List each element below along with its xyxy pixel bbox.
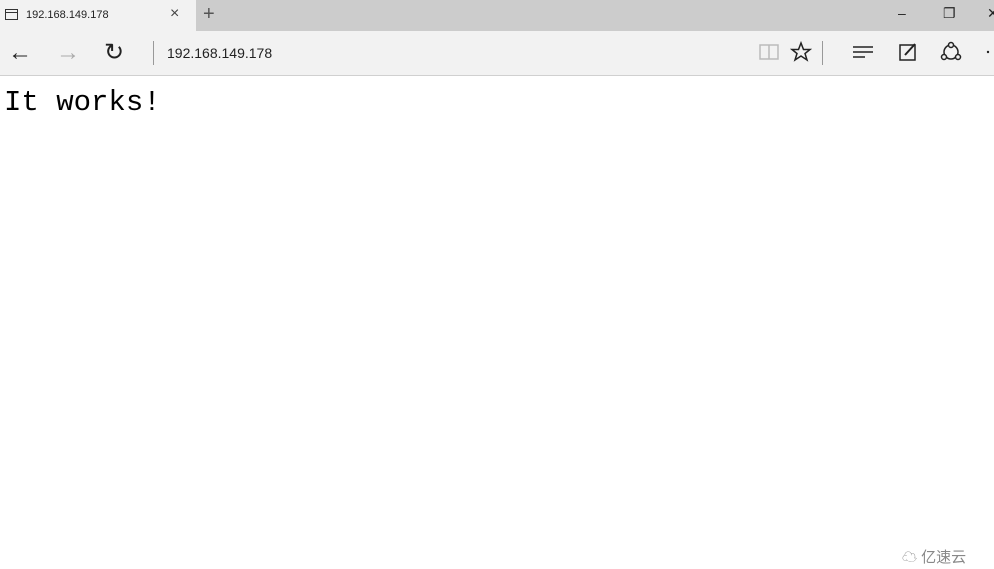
browser-tab[interactable]: 192.168.149.178 × xyxy=(0,0,196,31)
cloud-logo-icon: ☁ xyxy=(902,549,922,566)
watermark: ☁ 亿速云 xyxy=(902,546,966,567)
restore-button[interactable]: ❐ xyxy=(943,5,956,22)
hub-icon[interactable] xyxy=(851,41,875,63)
tab-close-button[interactable]: × xyxy=(170,5,179,23)
page-icon xyxy=(5,9,18,20)
page-content: It works! xyxy=(4,86,161,119)
separator xyxy=(153,41,154,65)
close-window-button[interactable]: ✕ xyxy=(987,5,994,22)
new-tab-button[interactable]: + xyxy=(203,3,215,26)
separator xyxy=(822,41,823,65)
forward-button[interactable]: → xyxy=(56,39,80,67)
navigation-toolbar: ← → ↻ 192.168.149.178 xyxy=(0,31,994,76)
share-icon[interactable] xyxy=(939,41,963,63)
reading-view-icon[interactable] xyxy=(758,41,780,63)
minimize-button[interactable]: – xyxy=(898,5,906,21)
tab-title: 192.168.149.178 xyxy=(26,9,109,21)
web-note-icon[interactable] xyxy=(897,41,919,63)
address-bar[interactable]: 192.168.149.178 xyxy=(167,45,272,61)
back-button[interactable]: ← xyxy=(8,39,32,67)
title-bar: 192.168.149.178 × + – ❐ ✕ xyxy=(0,0,994,31)
refresh-button[interactable]: ↻ xyxy=(104,39,124,67)
watermark-text: 亿速云 xyxy=(921,549,967,566)
more-icon[interactable] xyxy=(984,41,994,63)
favorite-star-icon[interactable] xyxy=(790,41,812,63)
